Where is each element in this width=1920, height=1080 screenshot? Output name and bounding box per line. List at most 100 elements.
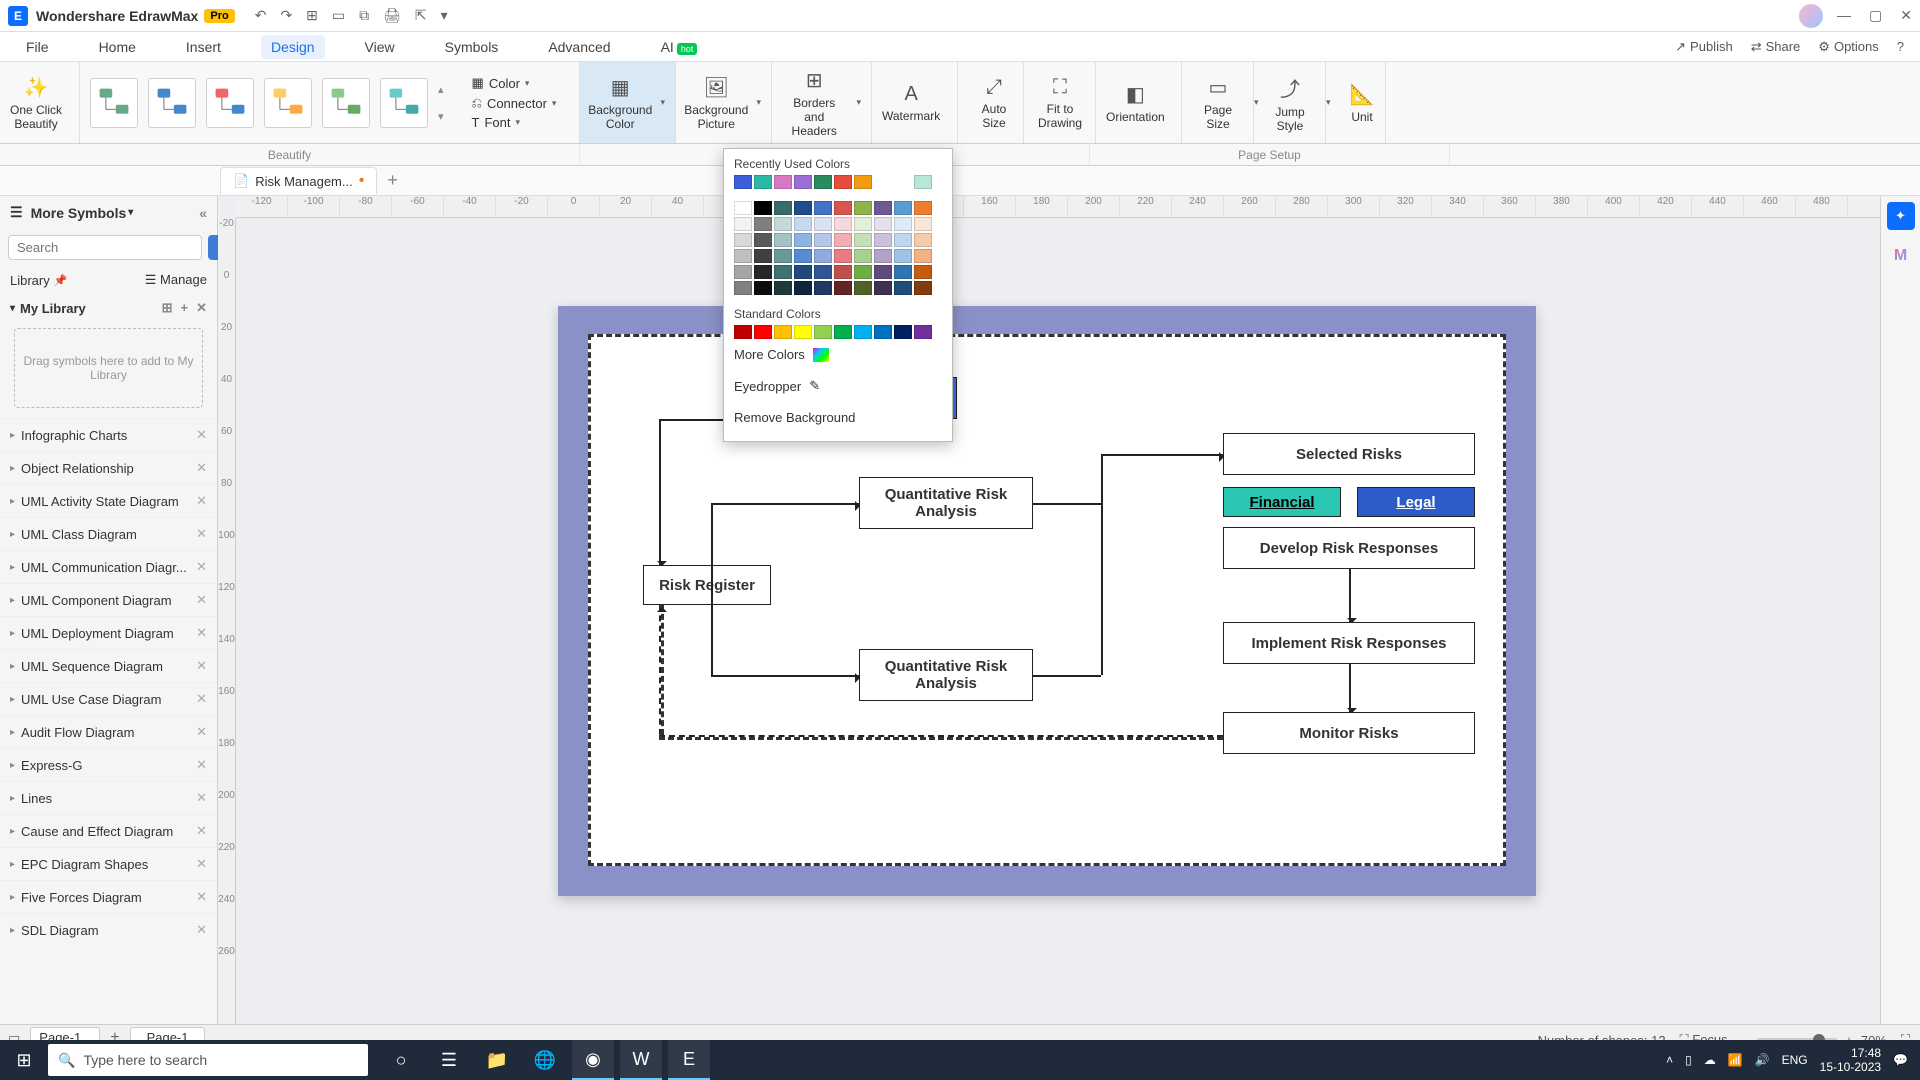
standard-swatch[interactable] xyxy=(854,325,872,339)
theme-swatch[interactable] xyxy=(914,265,932,279)
theme-swatch[interactable] xyxy=(894,233,912,247)
qat-save-icon[interactable]: ▭ xyxy=(332,7,345,24)
theme-swatch[interactable] xyxy=(894,201,912,215)
orientation-button[interactable]: ◧ Orientation xyxy=(1106,82,1165,124)
share-button[interactable]: ⇄ Share xyxy=(1751,39,1801,55)
theme-swatch[interactable] xyxy=(874,233,892,247)
publish-button[interactable]: ↗ Publish xyxy=(1675,39,1733,55)
style-scroll-down[interactable]: ▾ xyxy=(438,110,444,123)
shape-develop[interactable]: Develop Risk Responses xyxy=(1223,527,1475,569)
theme-swatch[interactable] xyxy=(874,201,892,215)
theme-swatch[interactable] xyxy=(874,281,892,295)
undo-icon[interactable]: ↶ xyxy=(255,7,267,24)
theme-swatch[interactable] xyxy=(734,233,752,247)
standard-swatch[interactable] xyxy=(774,325,792,339)
theme-swatch[interactable] xyxy=(854,217,872,231)
canvas-area[interactable]: -120-100-80-60-40-2002040608010012014016… xyxy=(218,196,1880,1024)
category-2[interactable]: ▸UML Activity State Diagram✕ xyxy=(0,484,217,517)
theme-swatch[interactable] xyxy=(754,265,772,279)
theme-swatch[interactable] xyxy=(894,265,912,279)
background-picture-button[interactable]: 🖼 Background Picture xyxy=(686,75,746,131)
standard-swatch[interactable] xyxy=(754,325,772,339)
theme-swatch[interactable] xyxy=(834,249,852,263)
category-close-icon[interactable]: ✕ xyxy=(196,856,207,872)
standard-swatch[interactable] xyxy=(794,325,812,339)
category-close-icon[interactable]: ✕ xyxy=(196,691,207,707)
background-color-button[interactable]: ▦ Background Color xyxy=(590,75,650,131)
jump-style-button[interactable]: ⤴ Jump Style xyxy=(1264,73,1316,133)
category-7[interactable]: ▸UML Sequence Diagram✕ xyxy=(0,649,217,682)
theme-swatch[interactable] xyxy=(794,233,812,247)
qat-export-icon[interactable]: ⇱ xyxy=(415,7,427,24)
recent-swatch[interactable] xyxy=(774,175,792,189)
auto-size-button[interactable]: ⤢ Auto Size xyxy=(968,76,1020,130)
category-12[interactable]: ▸Cause and Effect Diagram✕ xyxy=(0,814,217,847)
mylib-plus-icon[interactable]: + xyxy=(181,300,189,316)
category-4[interactable]: ▸UML Communication Diagr...✕ xyxy=(0,550,217,583)
theme-swatch[interactable] xyxy=(914,201,932,215)
maximize-icon[interactable]: ▢ xyxy=(1869,7,1882,24)
recent-swatch[interactable] xyxy=(734,175,752,189)
shape-implement[interactable]: Implement Risk Responses xyxy=(1223,622,1475,664)
user-avatar[interactable] xyxy=(1799,4,1823,28)
more-colors-button[interactable]: More Colors xyxy=(724,339,952,370)
theme-swatch[interactable] xyxy=(874,249,892,263)
tray-lang[interactable]: ENG xyxy=(1782,1053,1808,1067)
category-15[interactable]: ▸SDL Diagram✕ xyxy=(0,913,217,946)
recent-swatch[interactable] xyxy=(754,175,772,189)
qat-add-icon[interactable]: ⊞ xyxy=(306,7,318,24)
theme-swatch[interactable] xyxy=(874,265,892,279)
recent-swatch[interactable] xyxy=(814,175,832,189)
theme-swatch[interactable] xyxy=(774,201,792,215)
theme-swatch[interactable] xyxy=(874,217,892,231)
pin-icon[interactable]: 📌 xyxy=(54,274,68,287)
panel-menu-icon[interactable]: ☰ xyxy=(10,204,23,221)
theme-swatch[interactable] xyxy=(894,281,912,295)
menu-insert[interactable]: Insert xyxy=(176,35,231,59)
theme-swatch[interactable] xyxy=(734,249,752,263)
recent-swatch[interactable] xyxy=(834,175,852,189)
theme-swatch[interactable] xyxy=(914,233,932,247)
taskbar-explorer[interactable]: 📁 xyxy=(476,1040,518,1080)
qat-more-icon[interactable]: ▾ xyxy=(441,7,448,24)
theme-swatch[interactable] xyxy=(854,201,872,215)
theme-swatch[interactable] xyxy=(834,217,852,231)
shape-selected-risks[interactable]: Selected Risks xyxy=(1223,433,1475,475)
qat-saveall-icon[interactable]: ⧉ xyxy=(359,7,369,24)
shape-financial[interactable]: Financial xyxy=(1223,487,1341,517)
connector-button[interactable]: ⎌ Connector ▾ xyxy=(472,95,557,111)
library-dropzone[interactable]: Drag symbols here to add to My Library xyxy=(14,328,203,408)
color-button[interactable]: ▦ Color ▾ xyxy=(472,75,557,91)
theme-swatch[interactable] xyxy=(834,281,852,295)
category-close-icon[interactable]: ✕ xyxy=(196,460,207,476)
category-13[interactable]: ▸EPC Diagram Shapes✕ xyxy=(0,847,217,880)
theme-swatch[interactable] xyxy=(894,249,912,263)
category-close-icon[interactable]: ✕ xyxy=(196,526,207,542)
drawing-page[interactable]: Risk Assessment Framework Risk Identific… xyxy=(558,306,1536,896)
menu-file[interactable]: File xyxy=(16,35,59,59)
theme-swatch[interactable] xyxy=(794,217,812,231)
theme-swatch[interactable] xyxy=(914,281,932,295)
options-button[interactable]: ⚙ Options xyxy=(1818,39,1878,55)
category-9[interactable]: ▸Audit Flow Diagram✕ xyxy=(0,715,217,748)
menu-design[interactable]: Design xyxy=(261,35,325,59)
theme-swatch[interactable] xyxy=(734,201,752,215)
start-button[interactable]: ⊞ xyxy=(0,1040,48,1080)
theme-swatch[interactable] xyxy=(734,265,752,279)
theme-swatch[interactable] xyxy=(794,201,812,215)
category-close-icon[interactable]: ✕ xyxy=(196,592,207,608)
theme-swatch[interactable] xyxy=(734,281,752,295)
theme-swatch[interactable] xyxy=(754,201,772,215)
font-button[interactable]: T Font ▾ xyxy=(472,115,557,130)
theme-swatch[interactable] xyxy=(834,201,852,215)
style-thumb-2[interactable] xyxy=(148,78,196,128)
menu-view[interactable]: View xyxy=(355,35,405,59)
standard-swatch[interactable] xyxy=(894,325,912,339)
theme-swatch[interactable] xyxy=(854,281,872,295)
watermark-button[interactable]: A Watermark xyxy=(882,83,940,123)
bg-color-chevron[interactable]: ▾ xyxy=(660,97,665,108)
menu-ai[interactable]: AIhot xyxy=(651,35,708,59)
style-thumb-1[interactable] xyxy=(90,78,138,128)
tray-onedrive-icon[interactable]: ☁ xyxy=(1704,1053,1716,1067)
recent-swatch[interactable] xyxy=(794,175,812,189)
